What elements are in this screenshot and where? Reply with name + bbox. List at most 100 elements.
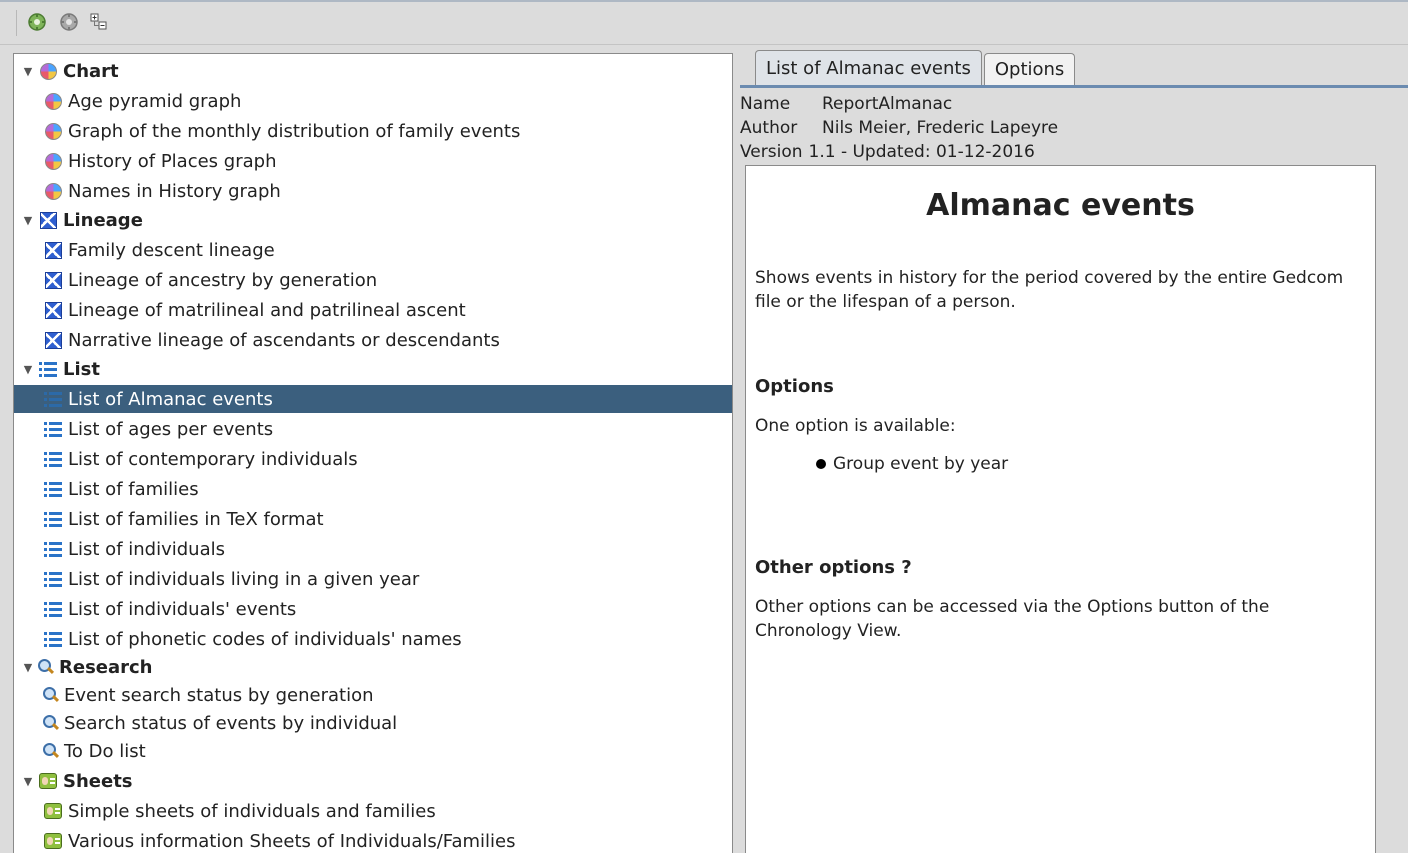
tab-label: List of Almanac events [766, 57, 971, 79]
tree-category-list[interactable]: ▼ List [14, 355, 100, 383]
expand-arrow-icon[interactable]: ▼ [19, 65, 37, 78]
meta-value: ReportAlmanac [822, 94, 953, 114]
tree-item[interactable]: List of ages per events [42, 415, 273, 443]
sheet-icon [37, 771, 59, 791]
toolbar [0, 2, 1408, 45]
tree-category-lineage[interactable]: ▼ Lineage [14, 206, 143, 234]
list-icon [37, 359, 59, 379]
tree-item[interactable]: Age pyramid graph [42, 87, 241, 115]
tree-item[interactable]: Search status of events by individual [42, 709, 397, 737]
tree-item[interactable]: List of families [42, 475, 199, 503]
category-label: Lineage [63, 209, 143, 231]
list-icon [42, 389, 64, 409]
meta-name-row: Name ReportAlmanac [740, 92, 1058, 116]
report-tree[interactable]: ▼ Chart Age pyramid graph Graph of the m… [13, 53, 733, 853]
tree-item-label: Lineage of ancestry by generation [68, 269, 378, 291]
tree-item-label: Family descent lineage [68, 239, 275, 261]
tree-item[interactable]: Graph of the monthly distribution of fam… [42, 117, 520, 145]
lineage-icon [42, 330, 64, 350]
lineage-icon [37, 210, 59, 230]
meta-label: Version [740, 142, 803, 162]
tree-category-sheets[interactable]: ▼ Sheets [14, 767, 133, 795]
lineage-icon [42, 240, 64, 260]
sheet-icon [42, 831, 64, 851]
tree-item[interactable]: List of families in TeX format [42, 505, 324, 533]
tree-item-label: List of contemporary individuals [68, 448, 358, 470]
tree-item[interactable]: List of phonetic codes of individuals' n… [42, 625, 462, 653]
search-icon [42, 741, 60, 761]
tree-item[interactable]: Lineage of ancestry by generation [42, 266, 377, 294]
tree-item-label: List of families [68, 478, 199, 500]
tree-item[interactable]: List of contemporary individuals [42, 445, 358, 473]
tree-category-chart[interactable]: ▼ Chart [14, 57, 119, 85]
tab-list-of-almanac-events[interactable]: List of Almanac events [755, 50, 982, 85]
tab-options[interactable]: Options [983, 53, 1076, 85]
list-icon [42, 569, 64, 589]
report-meta: Name ReportAlmanac Author Nils Meier, Fr… [740, 92, 1058, 164]
lineage-icon [42, 300, 64, 320]
tab-label: Options [994, 59, 1065, 80]
list-icon [42, 539, 64, 559]
meta-version-row: Version 1.1 - Updated: 01-12-2016 [740, 140, 1058, 164]
expand-arrow-icon[interactable]: ▼ [19, 661, 37, 674]
tree-item[interactable]: Lineage of matrilineal and patrilineal a… [42, 296, 466, 324]
tree-item[interactable]: History of Places graph [42, 147, 276, 175]
tree-item[interactable]: List of individuals [42, 535, 225, 563]
expand-collapse-icon [90, 13, 107, 30]
toolbar-separator [16, 10, 17, 36]
list-icon [42, 419, 64, 439]
chart-pie-icon [42, 151, 64, 171]
category-label: List [63, 358, 100, 380]
list-icon [42, 599, 64, 619]
chart-pie-icon [37, 61, 59, 81]
tree-item[interactable]: Simple sheets of individuals and familie… [42, 797, 436, 825]
meta-author-row: Author Nils Meier, Frederic Lapeyre [740, 116, 1058, 140]
tree-item[interactable]: Names in History graph [42, 177, 281, 205]
chart-pie-icon [42, 91, 64, 111]
tree-item-label: Lineage of matrilineal and patrilineal a… [68, 299, 466, 321]
search-icon [37, 657, 55, 677]
report-description-panel[interactable]: Almanac events Shows events in history f… [745, 165, 1376, 853]
stop-report-icon [60, 13, 78, 31]
bullet-dot-icon [816, 459, 826, 469]
tree-item-label: List of ages per events [68, 418, 274, 440]
chart-pie-icon [42, 181, 64, 201]
tab-bar: List of Almanac events Options [740, 50, 1077, 85]
tree-item-label: Simple sheets of individuals and familie… [68, 800, 436, 822]
tree-item-label: Names in History graph [68, 180, 281, 202]
doc-option-item: Group event by year [816, 454, 1008, 474]
meta-value: 1.1 - Updated: 01-12-2016 [808, 142, 1035, 162]
tree-item[interactable]: List of individuals living in a given ye… [42, 565, 419, 593]
tree-item-label: List of individuals' events [68, 598, 297, 620]
stop-report-button[interactable] [58, 11, 80, 33]
run-report-icon [28, 13, 46, 31]
doc-other-heading: Other options ? [755, 557, 912, 578]
tree-item-label: Age pyramid graph [68, 90, 242, 112]
expand-collapse-button[interactable] [88, 11, 110, 33]
doc-options-text: One option is available: [755, 416, 956, 436]
expand-arrow-icon[interactable]: ▼ [19, 775, 37, 788]
tree-item-label: Narrative lineage of ascendants or desce… [68, 329, 500, 351]
expand-arrow-icon[interactable]: ▼ [19, 214, 37, 227]
tree-item-label: To Do list [64, 740, 146, 762]
tree-item-selected[interactable]: List of Almanac events [14, 385, 732, 413]
search-icon [42, 685, 60, 705]
tree-item-label: List of individuals living in a given ye… [68, 568, 420, 590]
lineage-icon [42, 270, 64, 290]
tab-underline [740, 85, 1408, 88]
tree-item[interactable]: List of individuals' events [42, 595, 296, 623]
tree-item[interactable]: Family descent lineage [42, 236, 275, 264]
tree-item[interactable]: To Do list [42, 737, 146, 765]
tree-item[interactable]: Narrative lineage of ascendants or desce… [42, 326, 500, 354]
list-icon [42, 629, 64, 649]
expand-arrow-icon[interactable]: ▼ [19, 363, 37, 376]
doc-options-heading: Options [755, 376, 834, 397]
tree-item[interactable]: Various information Sheets of Individual… [42, 827, 516, 853]
run-report-button[interactable] [26, 11, 48, 33]
list-icon [42, 479, 64, 499]
tree-item-label: Graph of the monthly distribution of fam… [68, 120, 521, 142]
category-label: Chart [63, 60, 119, 82]
list-icon [42, 449, 64, 469]
tree-category-research[interactable]: ▼ Research [14, 653, 153, 681]
tree-item[interactable]: Event search status by generation [42, 681, 374, 709]
